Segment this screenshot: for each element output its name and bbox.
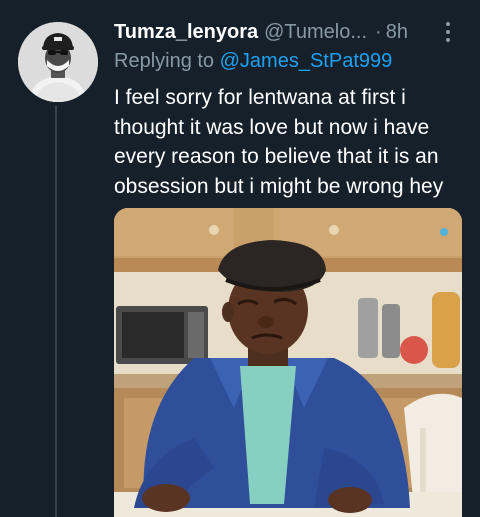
thread-line: [55, 106, 57, 517]
more-vertical-icon[interactable]: [436, 20, 460, 44]
more-dot: [446, 30, 450, 34]
tweet[interactable]: Tumza_lenyora @Tumelo... · 8h Replying t…: [0, 0, 480, 517]
more-dot: [446, 22, 450, 26]
more-dot: [446, 38, 450, 42]
tweet-header: Tumza_lenyora @Tumelo... · 8h: [114, 18, 474, 46]
replying-prefix: Replying to: [114, 50, 215, 72]
tweet-text: I feel sorry for lentwana at first i tho…: [114, 86, 444, 198]
media-illustration: [114, 208, 462, 517]
mention-link[interactable]: @James_StPat999: [220, 50, 393, 72]
user-handle[interactable]: @Tumelo...: [264, 21, 367, 44]
display-name[interactable]: Tumza_lenyora: [114, 21, 258, 44]
timestamp[interactable]: 8h: [386, 21, 408, 44]
separator-dot: ·: [375, 20, 382, 43]
tweet-media-image[interactable]: [114, 208, 462, 517]
avatar[interactable]: [18, 22, 98, 102]
avatar-image: [18, 22, 98, 102]
replying-to: Replying to @James_StPat999: [114, 50, 392, 73]
